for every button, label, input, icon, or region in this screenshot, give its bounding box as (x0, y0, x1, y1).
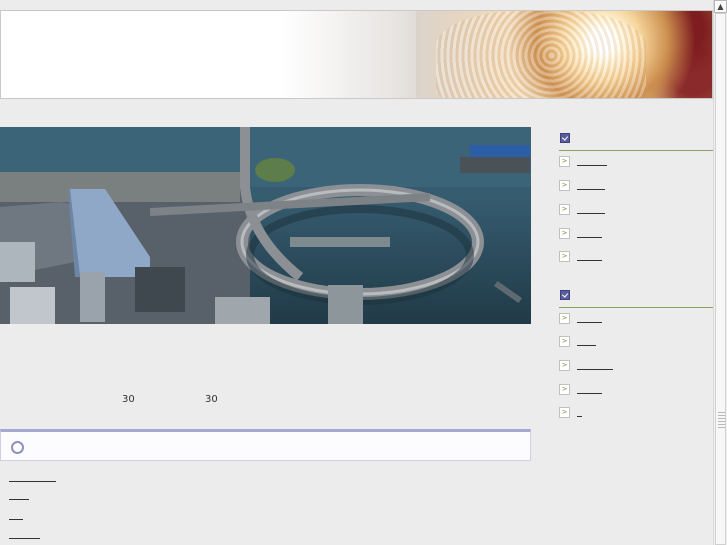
sidebar-item-label[interactable] (577, 237, 602, 238)
news-link[interactable] (9, 479, 56, 482)
vertical-scrollbar[interactable]: ▲ (713, 0, 727, 545)
hero-photo (0, 127, 531, 324)
sidebar-item-label[interactable] (577, 165, 607, 166)
intro-number-b: 30 (205, 394, 218, 405)
arrow-right-icon: > (559, 251, 570, 262)
sidebar-divider (559, 307, 713, 308)
arrow-right-icon: > (559, 407, 570, 418)
warehouse-dock (460, 157, 530, 173)
sidebar-item-label[interactable] (577, 369, 613, 370)
green-island (255, 158, 295, 182)
arrow-right-icon: > (559, 156, 570, 167)
sidebar-item[interactable]: > (559, 407, 709, 421)
header-banner (0, 10, 713, 99)
sidebar-item-label[interactable] (577, 393, 602, 394)
sidebar-divider (559, 150, 713, 151)
inner-dock (290, 237, 390, 247)
sidebar-item-label[interactable] (577, 213, 605, 214)
building-f (215, 297, 270, 324)
hero-illustration (0, 127, 531, 324)
arrow-right-icon: > (559, 336, 570, 347)
building-c (135, 267, 185, 312)
sidebar-item[interactable]: > (559, 228, 709, 242)
sidebar-item[interactable]: > (559, 180, 709, 194)
arrow-right-icon: > (559, 313, 570, 324)
sidebar-item[interactable]: > (559, 204, 709, 218)
sidebar-item[interactable]: > (559, 336, 709, 350)
arrow-right-icon: > (559, 228, 570, 239)
arrow-right-icon: > (559, 360, 570, 371)
scroll-up-icon[interactable]: ▲ (714, 0, 727, 13)
building-e (10, 287, 55, 324)
news-link[interactable] (9, 497, 29, 500)
news-link[interactable] (9, 517, 23, 520)
circle-icon (11, 441, 24, 454)
sidebar-item-label[interactable] (577, 260, 602, 261)
pier (0, 172, 240, 202)
check-icon (560, 290, 570, 300)
arrow-right-icon: > (559, 384, 570, 395)
intro-number-a: 30 (122, 394, 135, 405)
ship (493, 280, 523, 304)
sidebar-item-label[interactable] (577, 322, 602, 323)
sidebar-item-label[interactable] (577, 189, 605, 190)
building-d (0, 242, 35, 282)
scroll-thumb[interactable] (715, 13, 726, 545)
lamp-pattern (436, 11, 646, 98)
arrow-right-icon: > (559, 180, 570, 191)
sidebar-item[interactable]: > (559, 313, 709, 327)
arrow-right-icon: > (559, 204, 570, 215)
news-link[interactable] (9, 536, 40, 539)
check-icon (560, 133, 570, 143)
sidebar-item[interactable]: > (559, 384, 709, 398)
loop-tower (328, 285, 363, 324)
news-section-header (0, 429, 531, 461)
sidebar-item-label[interactable] (577, 416, 582, 417)
grip-icon (718, 412, 725, 428)
sidebar-item-label[interactable] (577, 345, 596, 346)
sidebar-item[interactable]: > (559, 251, 709, 265)
sidebar-item[interactable]: > (559, 156, 709, 170)
sidebar-item[interactable]: > (559, 360, 709, 374)
building-b (80, 272, 105, 322)
